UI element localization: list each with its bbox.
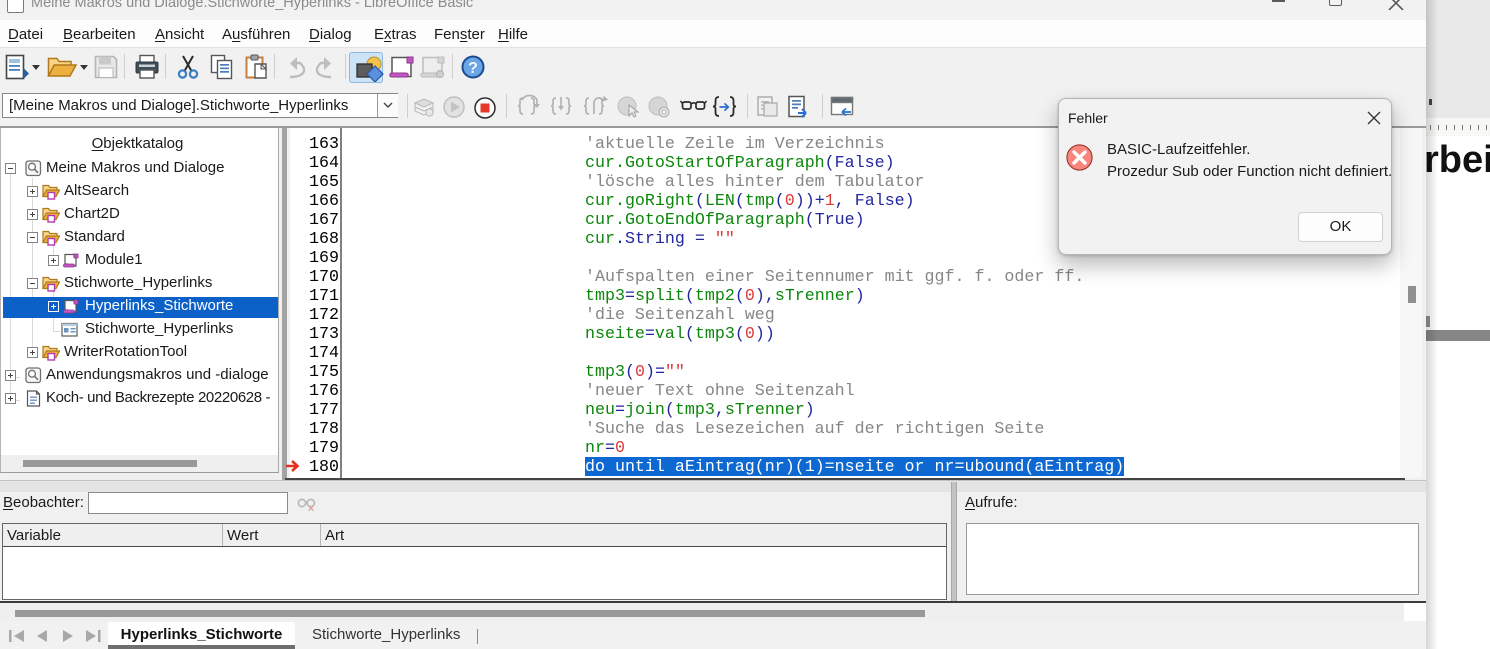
svg-text:?: ? bbox=[468, 60, 478, 77]
